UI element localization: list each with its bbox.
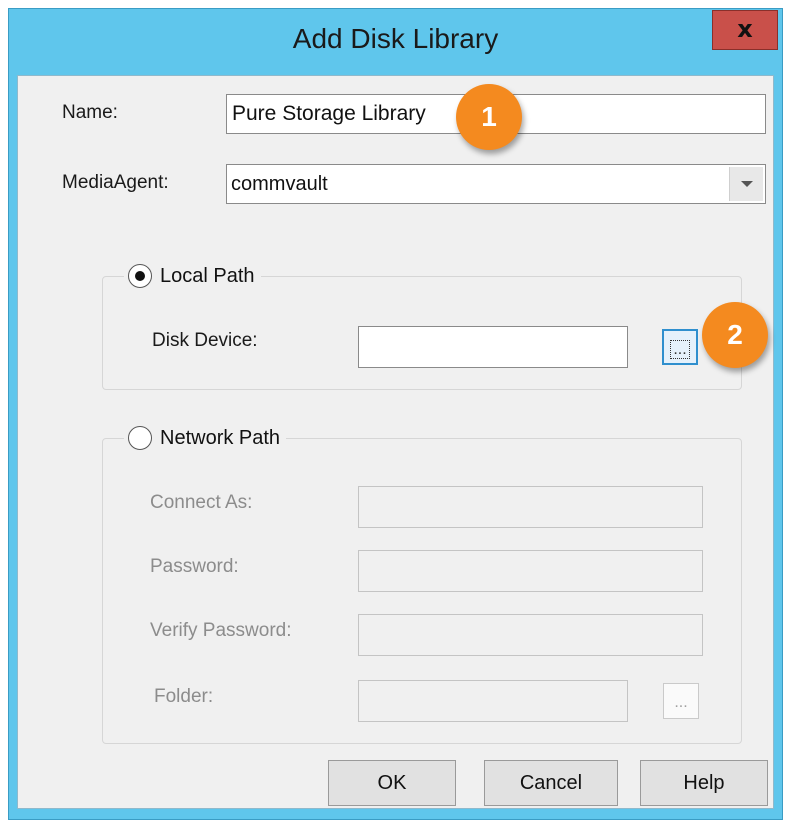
disk-device-browse-button[interactable]: ... xyxy=(662,329,698,365)
ellipsis-icon: ... xyxy=(670,340,690,359)
close-button[interactable]: x xyxy=(712,10,778,50)
cancel-button[interactable]: Cancel xyxy=(484,760,618,806)
mediaagent-select[interactable]: commvault xyxy=(226,164,766,204)
network-path-label: Network Path xyxy=(160,426,281,449)
folder-input[interactable] xyxy=(358,680,628,722)
connect-as-label: Connect As: xyxy=(150,492,253,513)
title-bar[interactable]: Add Disk Library x xyxy=(9,9,782,75)
mediaagent-selected-value: commvault xyxy=(231,173,328,195)
password-input[interactable] xyxy=(358,550,703,592)
verify-password-label: Verify Password: xyxy=(150,620,292,641)
folder-browse-button[interactable]: ... xyxy=(663,683,699,719)
local-path-option[interactable]: Local Path xyxy=(124,264,261,288)
chevron-down-icon[interactable] xyxy=(729,167,763,201)
connect-as-input[interactable] xyxy=(358,486,703,528)
help-button[interactable]: Help xyxy=(640,760,768,806)
name-label: Name: xyxy=(62,102,118,123)
disk-device-input[interactable] xyxy=(358,326,628,368)
callout-badge-1: 1 xyxy=(456,84,522,150)
dialog-title: Add Disk Library xyxy=(292,23,499,54)
network-path-option[interactable]: Network Path xyxy=(124,426,287,450)
network-path-radio[interactable] xyxy=(128,426,152,450)
dialog-body: Name: Pure Storage Library MediaAgent: c… xyxy=(17,75,774,809)
callout-badge-2: 2 xyxy=(702,302,768,368)
local-path-radio[interactable] xyxy=(128,264,152,288)
verify-password-input[interactable] xyxy=(358,614,703,656)
local-path-label: Local Path xyxy=(160,264,255,287)
mediaagent-label: MediaAgent: xyxy=(62,172,169,193)
password-label: Password: xyxy=(150,556,239,577)
ellipsis-icon: ... xyxy=(674,694,688,711)
disk-device-label: Disk Device: xyxy=(152,330,258,351)
dialog-window: Add Disk Library x Name: Pure Storage Li… xyxy=(8,8,783,820)
ok-button[interactable]: OK xyxy=(328,760,456,806)
folder-label: Folder: xyxy=(154,686,214,707)
